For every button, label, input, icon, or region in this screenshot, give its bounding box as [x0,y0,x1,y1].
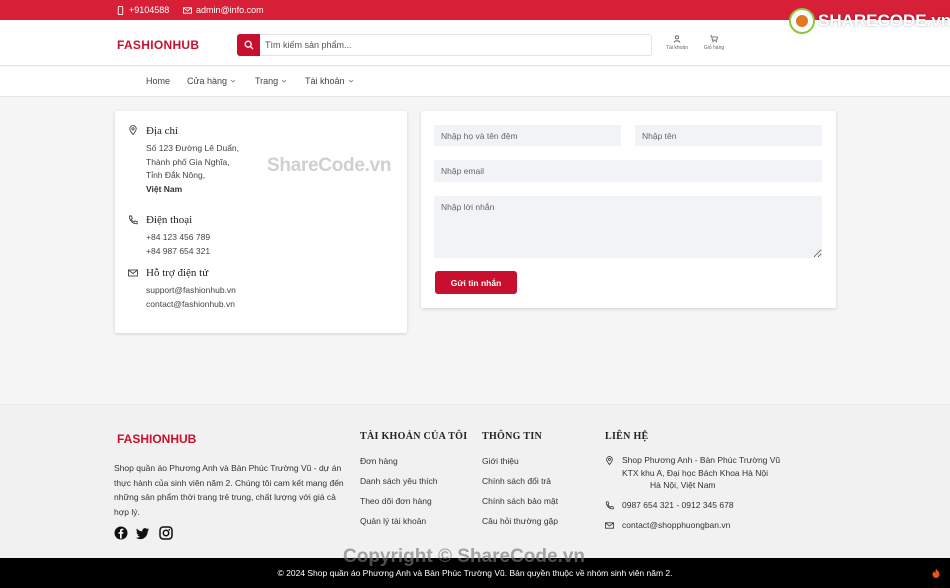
cart-label: Giỏ hàng [703,45,725,51]
footer-address-line: KTX khu A, Đại học Bách Khoa Hà Nội [622,467,768,478]
site-logo[interactable]: FASHIONHUB [117,38,199,52]
envelope-icon [183,6,192,14]
message-field[interactable] [434,196,822,258]
email-address[interactable]: contact@fashionhub.vn [146,298,235,311]
main-nav: Home Cửa hàng Trang Tài khoản [0,67,950,97]
nav-item-label: Home [146,76,171,86]
chevron-down-icon [348,79,353,83]
nav-item-home[interactable]: Home [146,76,170,86]
footer-link[interactable]: Danh sách yêu thích [360,476,438,486]
sharecode-logo-mark [789,8,815,34]
footer-link[interactable]: Đơn hàng [360,456,398,466]
sharecode-logo-text: SHARECODE.vn [818,11,950,30]
footer-account-heading: TÀI KHOẢN CỦA TÔI [360,431,468,442]
phone-title: Điện thoại [146,214,193,226]
contact-info-card: Địa chỉ Số 123 Đường Lê Duẩn, Thành phố … [115,111,407,333]
envelope-icon [605,522,614,529]
account-label: Tài khoản [666,45,688,51]
footer: FASHIONHUB Shop quần áo Phương Anh và Bà… [0,404,950,558]
address-line: Số 123 Đường Lê Duẩn, [146,143,240,153]
phone-number[interactable]: +84 123 456 789 [146,231,210,244]
user-icon [673,35,681,43]
address-country: Việt Nam [146,183,183,194]
footer-contact-phone[interactable]: 0987 654 321 - 0912 345 678 [622,499,734,512]
sharecode-logo: SHARECODE.vn [789,8,950,34]
address-line: Tỉnh Đắk Nông, [146,170,206,180]
nav-item-label: Trang [255,76,279,86]
topbar-phone[interactable]: +9104588 [116,5,169,15]
footer-address-line: Shop Phương Anh - Bàn Phúc Trường Vũ [622,455,781,465]
nav-item-pages[interactable]: Trang [255,76,287,86]
facebook-icon[interactable] [114,526,128,540]
chevron-down-icon [281,79,287,83]
footer-contact-email[interactable]: contact@shopphuongban.vn [622,519,730,532]
flame-icon [932,568,940,578]
topbar-email[interactable]: admin@info.com [183,5,264,15]
phone-number[interactable]: +84 987 654 321 [146,245,210,258]
search-input[interactable] [265,38,635,52]
footer-link[interactable]: Chính sách bảo mật [482,496,558,506]
footer-link[interactable]: Chính sách đổi trả [482,476,551,486]
address-line: Thành phố Gia Nghĩa, [146,156,230,167]
search-bar [237,34,652,56]
instagram-icon[interactable] [159,526,173,540]
cart-link[interactable]: Giỏ hàng [699,35,729,51]
nav-item-account[interactable]: Tài khoản [305,76,354,86]
firstname-field[interactable] [635,125,822,146]
footer-contact-address: Shop Phương Anh - Bàn Phúc Trường Vũ KTX… [622,454,780,492]
footer-info-heading: THÔNG TIN [482,431,543,442]
map-pin-icon [129,125,137,135]
copyright-text: © 2024 Shop quần áo Phương Anh và Bàn Ph… [277,568,673,578]
footer-address-line: Hà Nội, Việt Nam [650,480,716,490]
footer-description: Shop quần áo Phương Anh và Bàn Phúc Trườ… [114,463,344,517]
phone-icon [129,215,138,225]
search-icon [244,40,253,50]
search-button[interactable] [237,34,260,56]
email-title: Hỗ trợ điện tử [146,267,209,279]
nav-item-label: Tài khoản [305,76,345,86]
watermark-text: ShareCode.vn [267,155,392,176]
copyright-watermark: Copyright © ShareCode.vn [343,546,586,567]
send-message-button[interactable]: Gửi tin nhắn [435,271,517,294]
topbar-phone-text: +9104588 [129,5,170,15]
email-field[interactable] [434,160,822,182]
footer-logo[interactable]: FASHIONHUB [117,432,196,446]
footer-link[interactable]: Theo dõi đơn hàng [360,496,432,506]
envelope-icon [128,269,138,277]
footer-link[interactable]: Câu hỏi thường gặp [482,516,558,526]
topbar-email-text: admin@info.com [196,5,264,15]
phone-icon [117,5,124,15]
footer-link[interactable]: Quản lý tài khoản [360,516,426,526]
email-address[interactable]: support@fashionhub.vn [146,284,236,297]
footer-contact-heading: LIÊN HỆ [605,431,649,442]
cart-icon [710,35,718,43]
contact-form-card: Gửi tin nhắn [421,111,836,308]
address-title: Địa chỉ [146,125,179,137]
chevron-down-icon [230,79,236,83]
nav-item-label: Cửa hàng [187,76,228,86]
phone-icon [605,501,614,510]
footer-link[interactable]: Giới thiệu [482,456,519,466]
map-pin-icon [606,456,613,465]
lastname-field[interactable] [434,125,621,146]
twitter-icon[interactable] [136,526,150,540]
copyright-bar: Copyright © ShareCode.vn © 2024 Shop quầ… [0,546,950,588]
nav-item-shop[interactable]: Cửa hàng [187,76,236,86]
account-link[interactable]: Tài khoản [662,35,692,51]
